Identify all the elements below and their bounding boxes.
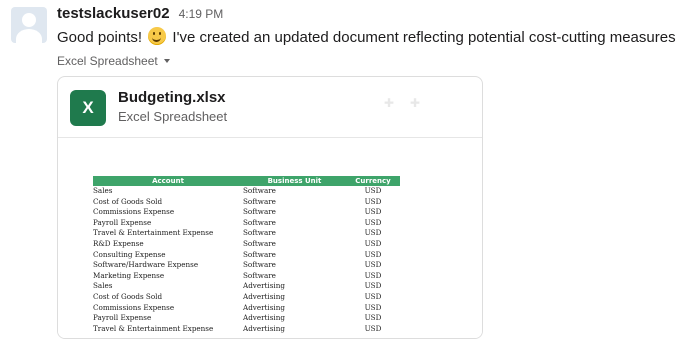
cell-currency: USD [364, 291, 382, 301]
cell-account: Payroll Expense [93, 313, 152, 323]
attachment-toggle[interactable]: Excel Spreadsheet [57, 53, 671, 69]
cell-currency: USD [364, 249, 382, 259]
cell-currency: USD [364, 313, 382, 323]
file-type: Excel Spreadsheet [118, 109, 228, 124]
file-actions: ✚ ✚ [384, 97, 422, 109]
cell-currency: USD [364, 270, 382, 280]
cell-account: Commissions Expense [93, 207, 175, 217]
avatar-head [22, 13, 36, 27]
table-row: Travel & Entertainment Expense Software US… [93, 228, 400, 239]
cell-account: Payroll Expense [93, 217, 152, 227]
cell-currency: USD [364, 281, 382, 291]
cell-business-unit: Software [243, 186, 276, 195]
table-row: Consulting Expense Software USD [93, 250, 400, 261]
cell-business-unit: Software [243, 260, 276, 270]
download-icon[interactable]: ✚ [384, 97, 396, 109]
column-header-business-unit: Business Unit [243, 176, 346, 186]
cell-account: Commissions Expense [93, 302, 175, 312]
file-header: X Budgeting.xlsx Excel Spreadsheet ✚ ✚ [58, 77, 482, 138]
table-row: Software/Hardware Expense Software USD [93, 260, 400, 271]
table-row: Cost of Goods Sold Advertising USD [93, 292, 400, 303]
cell-account: Consulting Expense [93, 249, 166, 259]
table-row: Sales Advertising USD [93, 281, 400, 292]
caret-down-icon [163, 59, 170, 63]
table-row: R&D Expense Software USD [93, 239, 400, 250]
cell-currency: USD [364, 260, 382, 270]
message: testslackuser02 4:19 PM Good points! I'v… [57, 5, 677, 69]
table-row: Travel & Entertainment Expense Advertisin… [93, 324, 400, 335]
table-row: Commissions Expense Software USD [93, 207, 400, 218]
table-row: Marketing Expense Software USD [93, 271, 400, 282]
message-text-part-1: Good points! [57, 29, 143, 46]
share-icon[interactable]: ✚ [410, 97, 422, 109]
cell-account: Marketing Expense [93, 270, 165, 280]
avatar-body [16, 29, 42, 43]
table-row: Sales Software USD [93, 186, 400, 197]
message-text-part-2: I've created an updated document reflect… [172, 29, 677, 46]
cell-business-unit: Software [243, 270, 276, 280]
cell-business-unit: Advertising [243, 281, 285, 291]
message-header: testslackuser02 4:19 PM [57, 5, 671, 23]
cell-currency: USD [364, 228, 382, 238]
spreadsheet-preview[interactable]: Account Business Unit Currency Sales Soft… [58, 138, 482, 338]
cell-business-unit: Advertising [243, 291, 285, 301]
cell-currency: USD [364, 323, 382, 333]
username[interactable]: testslackuser02 [57, 5, 170, 22]
cell-account: Travel & Entertainment Expense [93, 228, 214, 238]
cell-business-unit: Software [243, 238, 276, 248]
column-header-currency: Currency [346, 176, 400, 186]
cell-business-unit: Software [243, 228, 276, 238]
excel-file-icon: X [70, 90, 106, 126]
cell-currency: USD [364, 238, 382, 248]
cell-account: Cost of Goods Sold [93, 196, 163, 206]
cell-business-unit: Advertising [243, 302, 285, 312]
sheet-header-row: Account Business Unit Currency [93, 176, 400, 186]
file-name[interactable]: Budgeting.xlsx [118, 89, 226, 106]
cell-currency: USD [364, 196, 382, 206]
cell-currency: USD [364, 302, 382, 312]
cell-business-unit: Software [243, 217, 276, 227]
cell-business-unit: Software [243, 207, 276, 217]
message-text: Good points! I've created an updated doc… [57, 27, 677, 49]
cell-account: Sales [93, 186, 113, 195]
cell-currency: USD [364, 186, 382, 195]
table-row: Payroll Expense Software USD [93, 218, 400, 229]
table-row: Cost of Goods Sold Software USD [93, 197, 400, 208]
cell-currency: USD [364, 207, 382, 217]
cell-business-unit: Software [243, 249, 276, 259]
cell-account: R&D Expense [93, 238, 144, 248]
timestamp[interactable]: 4:19 PM [179, 7, 224, 21]
table-row: Payroll Expense Advertising USD [93, 313, 400, 324]
slightly-smiling-face-icon [148, 27, 167, 45]
cell-business-unit: Software [243, 196, 276, 206]
column-header-account: Account [93, 176, 243, 186]
cell-account: Travel & Entertainment Expense [93, 323, 214, 333]
cell-account: Sales [93, 281, 113, 291]
user-avatar[interactable] [11, 7, 47, 43]
table-row: Commissions Expense Advertising USD [93, 303, 400, 314]
cell-business-unit: Advertising [243, 313, 285, 323]
cell-account: Software/Hardware Expense [93, 260, 199, 270]
cell-business-unit: Advertising [243, 323, 285, 333]
cell-currency: USD [364, 217, 382, 227]
file-attachment-card[interactable]: X Budgeting.xlsx Excel Spreadsheet ✚ ✚ A… [57, 76, 483, 339]
spreadsheet-table: Account Business Unit Currency Sales Soft… [93, 176, 400, 334]
attachment-label: Excel Spreadsheet [57, 54, 158, 68]
cell-account: Cost of Goods Sold [93, 291, 163, 301]
